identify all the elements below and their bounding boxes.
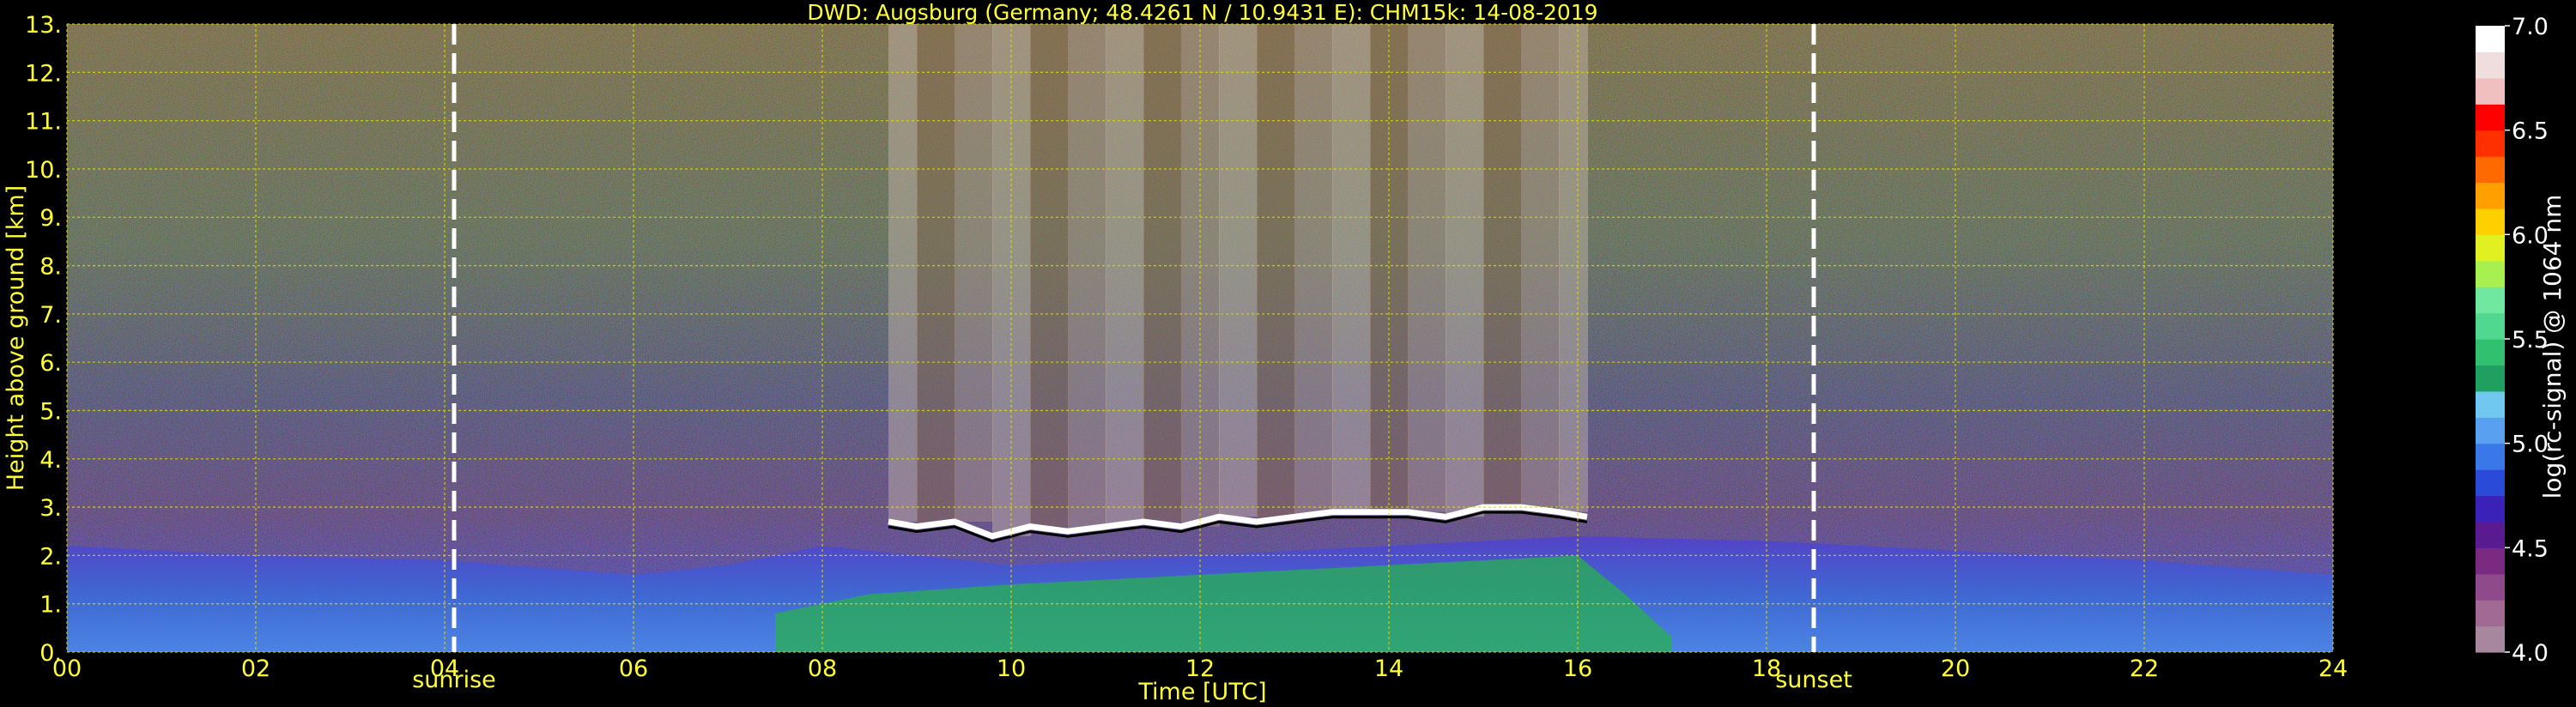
colorbar-segment bbox=[2476, 287, 2505, 314]
y-tick-label: 10. bbox=[25, 157, 62, 184]
colorbar-segment bbox=[2476, 600, 2505, 627]
colorbar-segment bbox=[2476, 339, 2505, 366]
y-axis-label: Height above ground [km] bbox=[3, 185, 29, 491]
y-tick-label: 12. bbox=[25, 60, 62, 87]
y-tick-label: 7. bbox=[39, 302, 62, 329]
cloud-column bbox=[1257, 24, 1295, 522]
colorbar-segment bbox=[2476, 104, 2505, 131]
y-tick-label: 1. bbox=[39, 592, 62, 619]
y-tick-label: 4. bbox=[39, 447, 62, 474]
x-tick-label: 14 bbox=[1374, 656, 1403, 682]
x-tick-label: 16 bbox=[1563, 656, 1592, 682]
colorbar-segment bbox=[2476, 469, 2505, 497]
colorbar bbox=[2476, 26, 2505, 653]
colorbar-segment bbox=[2476, 234, 2505, 262]
x-tick-label: 18 bbox=[1752, 656, 1781, 682]
cloud-column bbox=[1030, 24, 1069, 527]
y-tick-labels: 0.1.2.3.4.5.6.7.8.9.10.11.12.13. bbox=[25, 12, 62, 667]
x-tick-label: 08 bbox=[808, 656, 837, 682]
colorbar-segment bbox=[2476, 573, 2505, 601]
colorbar-tick-label: 7.0 bbox=[2512, 14, 2549, 40]
x-tick-label: 00 bbox=[52, 656, 82, 682]
y-tick-label: 6. bbox=[39, 350, 62, 377]
cloud-column bbox=[1068, 24, 1106, 532]
colorbar-segment bbox=[2476, 390, 2505, 418]
x-tick-label: 24 bbox=[2318, 656, 2348, 682]
cloud-column bbox=[1294, 24, 1333, 517]
colorbar-tick-label: 4.5 bbox=[2512, 535, 2549, 562]
colorbar-segment bbox=[2476, 182, 2505, 209]
colorbar-segment bbox=[2476, 77, 2505, 105]
colorbar-segment bbox=[2476, 51, 2505, 79]
colorbar-segment bbox=[2476, 26, 2505, 53]
colorbar-segment bbox=[2476, 260, 2505, 287]
colorbar-segment bbox=[2476, 365, 2505, 392]
x-tick-label: 22 bbox=[2130, 656, 2159, 682]
colorbar-segment bbox=[2476, 443, 2505, 470]
cloud-column bbox=[1106, 24, 1144, 527]
colorbar-tick-label: 6.5 bbox=[2512, 118, 2549, 145]
cloud-column bbox=[1408, 24, 1446, 512]
colorbar-segment bbox=[2476, 495, 2505, 523]
colorbar-segment bbox=[2476, 208, 2505, 235]
y-tick-label: 11. bbox=[25, 109, 62, 136]
cloud-column bbox=[1559, 24, 1588, 512]
y-tick-label: 5. bbox=[39, 398, 62, 425]
colorbar-tick-label: 4.0 bbox=[2512, 640, 2549, 667]
y-tick-label: 2. bbox=[39, 543, 62, 570]
y-tick-label: 13. bbox=[25, 12, 62, 39]
cloud-column bbox=[1219, 24, 1258, 517]
colorbar-segment bbox=[2476, 521, 2505, 548]
colorbar-segment bbox=[2476, 547, 2505, 575]
colorbar-segment bbox=[2476, 156, 2505, 184]
cloud-column bbox=[1181, 24, 1220, 527]
colorbar-segment bbox=[2476, 625, 2505, 653]
chart-title: DWD: Augsburg (Germany; 48.4261 N / 10.9… bbox=[807, 0, 1597, 25]
cloud-column bbox=[917, 24, 955, 527]
cloud-column bbox=[888, 24, 918, 522]
colorbar-label: log(rc-signal) @ 1064 nm bbox=[2538, 195, 2567, 499]
y-tick-label: 3. bbox=[39, 495, 62, 522]
colorbar-segment bbox=[2476, 130, 2505, 157]
cloud-column bbox=[1143, 24, 1182, 522]
cloud-column bbox=[1446, 24, 1484, 517]
x-tick-label: 06 bbox=[619, 656, 648, 682]
colorbar-segment bbox=[2476, 312, 2505, 340]
x-axis-label: Time [UTC] bbox=[1137, 679, 1266, 705]
x-tick-label: 02 bbox=[241, 656, 270, 682]
y-tick-label: 9. bbox=[39, 205, 62, 232]
lidar-backscatter-chart: DWD: Augsburg (Germany; 48.4261 N / 10.9… bbox=[3, 0, 2567, 705]
cloud-column bbox=[955, 24, 993, 522]
plot-area bbox=[66, 23, 2334, 653]
x-tick-label: 10 bbox=[997, 656, 1026, 682]
x-tick-label: 04 bbox=[430, 656, 459, 682]
cloud-column bbox=[1332, 24, 1371, 512]
y-tick-label: 8. bbox=[39, 254, 62, 281]
x-tick-label: 20 bbox=[1941, 656, 1970, 682]
marker-label-sunset: sunset bbox=[1775, 667, 1852, 693]
colorbar-segment bbox=[2476, 417, 2505, 444]
